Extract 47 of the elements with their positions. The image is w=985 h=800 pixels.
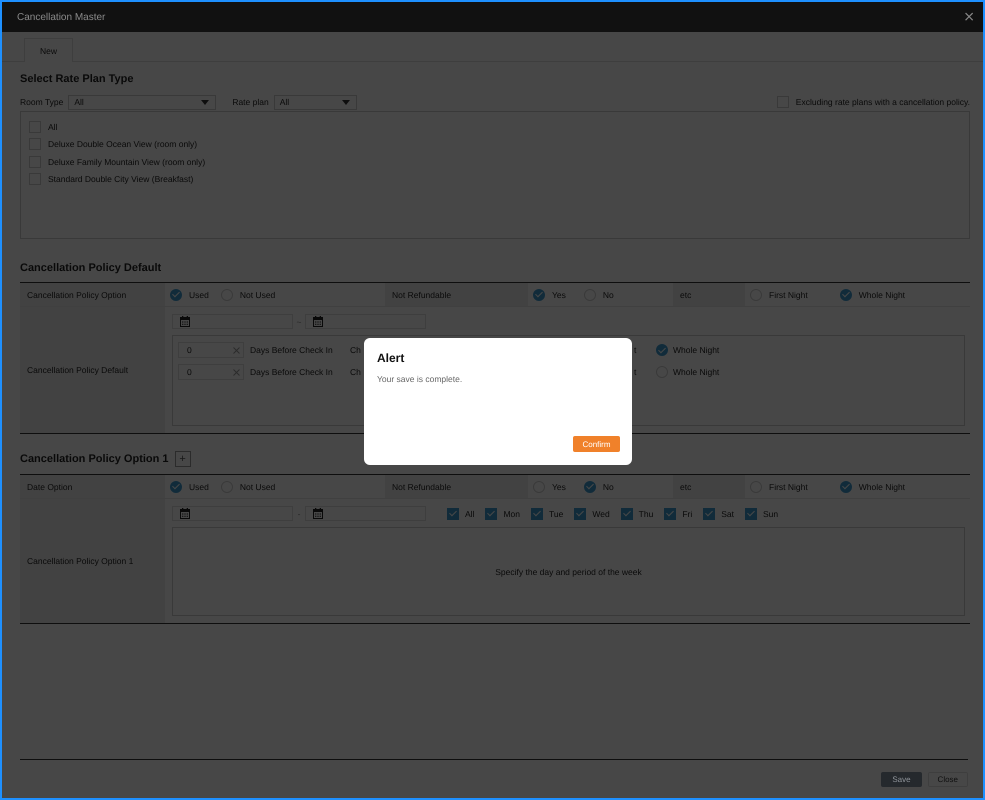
save-button[interactable]: Save	[881, 772, 922, 786]
option-label: Whole Night	[858, 290, 906, 300]
option-label: Sat	[721, 508, 734, 518]
option-label: Wed	[592, 508, 610, 518]
section-heading: Cancellation Policy Default	[20, 262, 162, 274]
window-title: Cancellation Master	[17, 12, 106, 22]
option-label: Used	[189, 482, 209, 492]
filter-label: Rate plan	[232, 97, 269, 107]
dialog-title: Alert	[377, 351, 406, 365]
option-label: No	[602, 290, 614, 300]
option-label: Excluding rate plans with a cancellation policy.	[796, 97, 970, 107]
option-label: First Night	[769, 482, 808, 492]
option-label: Tue	[549, 508, 564, 518]
close-button[interactable]: ×	[961, 10, 977, 24]
option-label: t	[634, 345, 638, 355]
option-label: Yes	[552, 482, 566, 492]
option-label: Not Used	[240, 482, 276, 492]
option-label: No	[602, 482, 614, 492]
confirm-button[interactable]: Confirm	[573, 436, 620, 452]
option-label: All	[48, 122, 58, 132]
option-label: Used	[189, 290, 209, 300]
option-label: Whole Night	[673, 367, 720, 377]
option-label: Standard Double City View (Breakfast)	[48, 174, 194, 184]
field-label: Ch	[350, 345, 362, 355]
hint-text: Specify the day and period of the week	[495, 566, 642, 576]
range-separator: -	[296, 508, 302, 518]
section-heading: Select Rate Plan Type	[20, 73, 135, 85]
option-label: Fri	[682, 508, 692, 518]
field-label: Days Before Check In	[250, 367, 334, 377]
option-label: Thu	[638, 508, 654, 518]
option-label: First Night	[769, 290, 808, 300]
option-label: Deluxe Double Ocean View (room only)	[48, 139, 198, 150]
option-label: Whole Night	[858, 482, 906, 492]
option-label: Yes	[552, 290, 566, 300]
option-label: Sun	[763, 508, 778, 518]
section-heading: Cancellation Policy Option 1	[20, 453, 169, 465]
option-label: Deluxe Family Mountain View (room only)	[48, 156, 206, 167]
option-label: Not Used	[240, 290, 276, 300]
field-label: Days Before Check In	[250, 345, 334, 355]
range-separator: ~	[296, 316, 302, 326]
option-label: Whole Night	[673, 345, 720, 355]
option-label: Mon	[503, 508, 520, 518]
dialog-message: Your save is complete.	[377, 374, 464, 386]
option-label: t	[634, 367, 638, 377]
field-label: Ch	[350, 367, 362, 377]
option-label: All	[465, 508, 474, 518]
filter-label: Room Type	[20, 97, 64, 107]
